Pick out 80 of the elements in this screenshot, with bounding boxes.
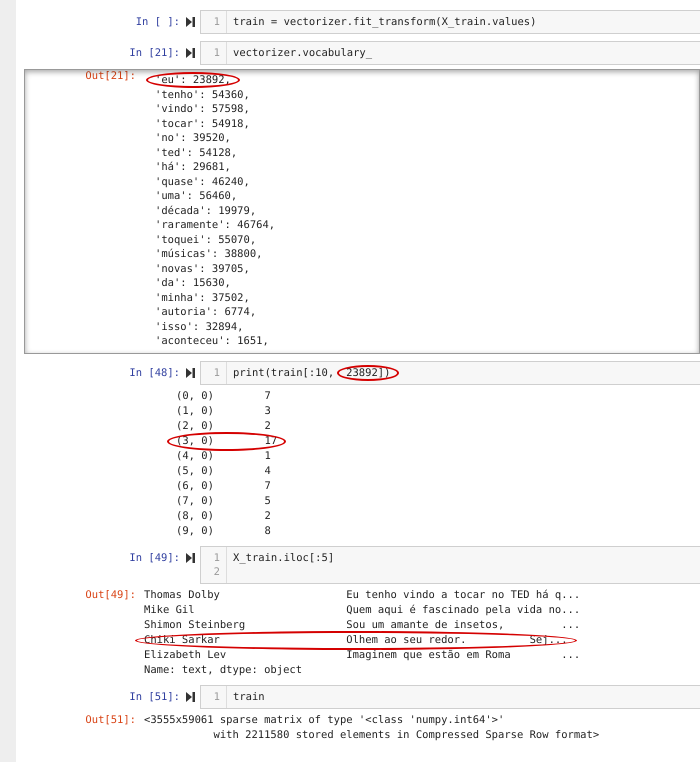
output-text: 'há': 29681, [155,161,231,173]
output-text: Eu tenho vindo a tocar no TED há q... [346,588,580,600]
input-prompt: In [ ]: [136,16,180,28]
output-text: Thomas Dolby [144,588,220,600]
output-text: (3, 0) [176,434,214,446]
output-text: (2, 0) [176,420,214,432]
output-prompt: Out[51]: [85,714,136,726]
code-cell[interactable]: 1 print(train[:10, 23892]) [200,360,700,384]
code-cell[interactable]: 1 train = vectorizer.fit_transform(X_train.values) [200,10,700,34]
output-text: 'autoria': 6774, [155,306,256,318]
line-number: 1 [212,15,220,29]
output-text: Name: text, dtype: object [144,664,302,676]
code-text: train [233,690,265,702]
code-cell[interactable]: 1 2 X_train.iloc[:5] [200,546,700,584]
run-cell-icon[interactable] [186,17,194,27]
code-text: print(train[:10, [233,366,334,378]
line-number: 1 [212,550,220,564]
output-text: 'músicas': 38800, [155,248,262,260]
output-text: 1 [264,450,271,462]
run-cell-icon[interactable] [186,368,194,378]
output-text: 7 [264,480,271,492]
output-text: 8 [264,524,271,536]
output-text: 'ted': 54128, [155,146,238,158]
code-cell[interactable]: 1 train [200,684,700,708]
output-text: 'da': 15630, [155,277,231,289]
output-text: 2 [264,420,271,432]
output-text: 'eu': 23892, [146,74,240,86]
output-text: 'vindo': 57598, [155,103,250,115]
output-text: 'uma': 56460, [155,190,238,202]
line-number: 2 [212,564,220,578]
output-text: 'isso': 32894, [155,320,244,332]
output-text: (1, 0) [176,404,214,416]
code-cell[interactable]: 1 vectorizer.vocabulary_ [200,41,700,65]
code-text: vectorizer.vocabulary_ [233,47,372,59]
output-text: 3 [264,404,271,416]
line-number: 1 [212,690,220,704]
output-prompt: Out[21]: [85,70,136,82]
line-number: 1 [212,366,220,380]
output-text: (8, 0) [176,510,214,522]
output-text: Shimon Steinberg [144,618,246,630]
output-text: 7 [264,390,271,402]
output-text: 4 [264,464,271,476]
output-text: with 2211580 stored elements in Compressed Sparse Row format> [212,728,600,740]
output-text: Imaginem que estão em Roma ... [346,648,580,660]
code-text: train = vectorizer.fit_transform(X_train.values) [233,16,536,28]
output-text: Elizabeth Lev [144,648,226,660]
output-text: (9, 0) [176,524,214,536]
output-text: 2 [264,510,271,522]
output-text: (5, 0) [176,464,214,476]
output-prompt: Out[49]: [85,588,136,600]
output-text: 'toquei': 55070, [155,234,256,246]
output-text: (4, 0) [176,450,214,462]
output-text: 'quase': 46240, [155,176,250,188]
output-text: 'tenho': 54360, [155,88,250,100]
output-text: 'novas': 39705, [155,262,250,274]
output-text: 5 [264,494,271,506]
input-prompt: In [21]: [129,47,180,59]
output-text: 'tocar': 54918, [155,118,250,130]
run-cell-icon[interactable] [186,692,194,702]
output-text: 'aconteceu': 1651, [155,335,269,347]
output-text: Chiki Sarkar [144,634,220,646]
output-text: Sou um amante de insetos, ... [346,618,580,630]
code-text: 23892]) [337,366,400,378]
code-text: X_train.iloc[:5] [233,552,334,564]
line-number: 1 [212,46,220,60]
output-text: Mike Gil [144,604,195,616]
input-prompt: In [51]: [129,690,180,702]
output-text: 'raramente': 46764, [155,219,276,231]
input-prompt: In [49]: [129,552,180,564]
run-cell-icon[interactable] [186,552,194,562]
output-text: 'década': 19979, [155,204,256,216]
output-text: Quem aqui é fascinado pela vida no... [346,604,580,616]
input-prompt: In [48]: [129,366,180,378]
output-text: 'minha': 37502, [155,292,250,304]
output-text: (0, 0) [176,390,214,402]
output-text: (7, 0) [176,494,214,506]
output-text: (6, 0) [176,480,214,492]
run-cell-icon[interactable] [186,48,194,58]
output-text: 'no': 39520, [155,132,231,144]
output-text: <3555x59061 sparse matrix of type '<class 'numpy.int64'>' [144,714,504,726]
